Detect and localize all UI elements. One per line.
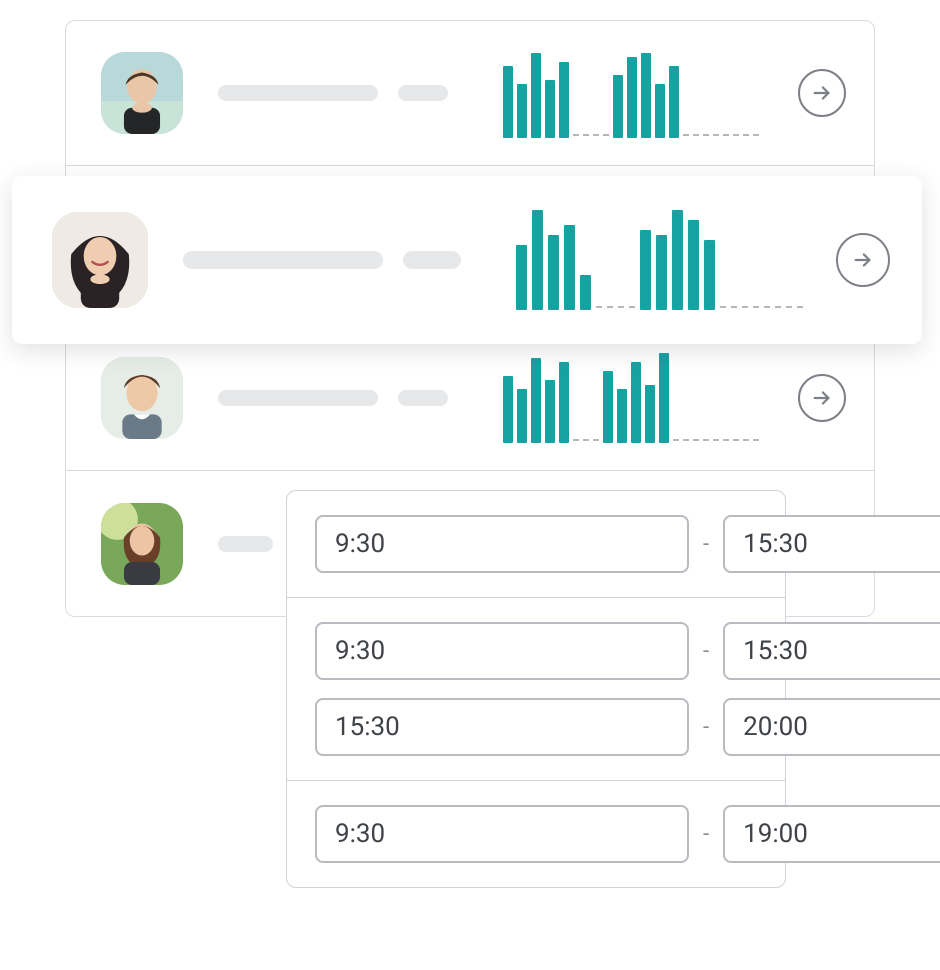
user-row[interactable] — [66, 326, 874, 471]
time-start-input[interactable] — [315, 805, 689, 863]
time-end-input[interactable] — [723, 805, 940, 863]
time-section: - - — [287, 598, 785, 781]
avatar — [101, 357, 183, 439]
avatar — [52, 212, 148, 308]
range-separator: - — [703, 532, 709, 557]
open-row-button[interactable] — [798, 69, 846, 117]
time-section: - — [287, 491, 785, 598]
time-end-input[interactable] — [723, 698, 940, 756]
time-end-input[interactable] — [723, 515, 940, 573]
time-start-input[interactable] — [315, 622, 689, 680]
row-text-placeholder — [218, 536, 273, 552]
name-placeholder — [218, 536, 273, 552]
detail-placeholder — [398, 390, 448, 406]
user-row[interactable] — [66, 21, 874, 166]
time-section: - — [287, 781, 785, 887]
time-range-row: - — [315, 622, 757, 680]
open-row-button[interactable] — [798, 374, 846, 422]
detail-placeholder — [398, 85, 448, 101]
avatar — [101, 52, 183, 134]
open-row-button[interactable] — [836, 233, 890, 287]
activity-sparkline — [503, 48, 759, 138]
range-separator: - — [703, 639, 709, 664]
activity-sparkline — [516, 210, 803, 310]
arrow-right-icon — [852, 249, 874, 271]
time-range-row: - — [315, 805, 757, 863]
user-row-selected[interactable] — [12, 176, 922, 344]
name-placeholder — [218, 390, 378, 406]
name-placeholder — [218, 85, 378, 101]
row-text-placeholder — [183, 251, 461, 269]
time-range-editor: - - - - — [286, 490, 786, 888]
time-start-input[interactable] — [315, 698, 689, 756]
time-range-row: - — [315, 698, 757, 756]
time-end-input[interactable] — [723, 622, 940, 680]
name-placeholder — [183, 251, 383, 269]
arrow-right-icon — [811, 387, 833, 409]
time-start-input[interactable] — [315, 515, 689, 573]
detail-placeholder — [403, 251, 461, 269]
range-separator: - — [703, 715, 709, 740]
time-range-row: - — [315, 515, 757, 573]
avatar — [101, 503, 183, 585]
row-text-placeholder — [218, 85, 448, 101]
arrow-right-icon — [811, 82, 833, 104]
range-separator: - — [703, 822, 709, 847]
row-text-placeholder — [218, 390, 448, 406]
activity-sparkline — [503, 353, 759, 443]
